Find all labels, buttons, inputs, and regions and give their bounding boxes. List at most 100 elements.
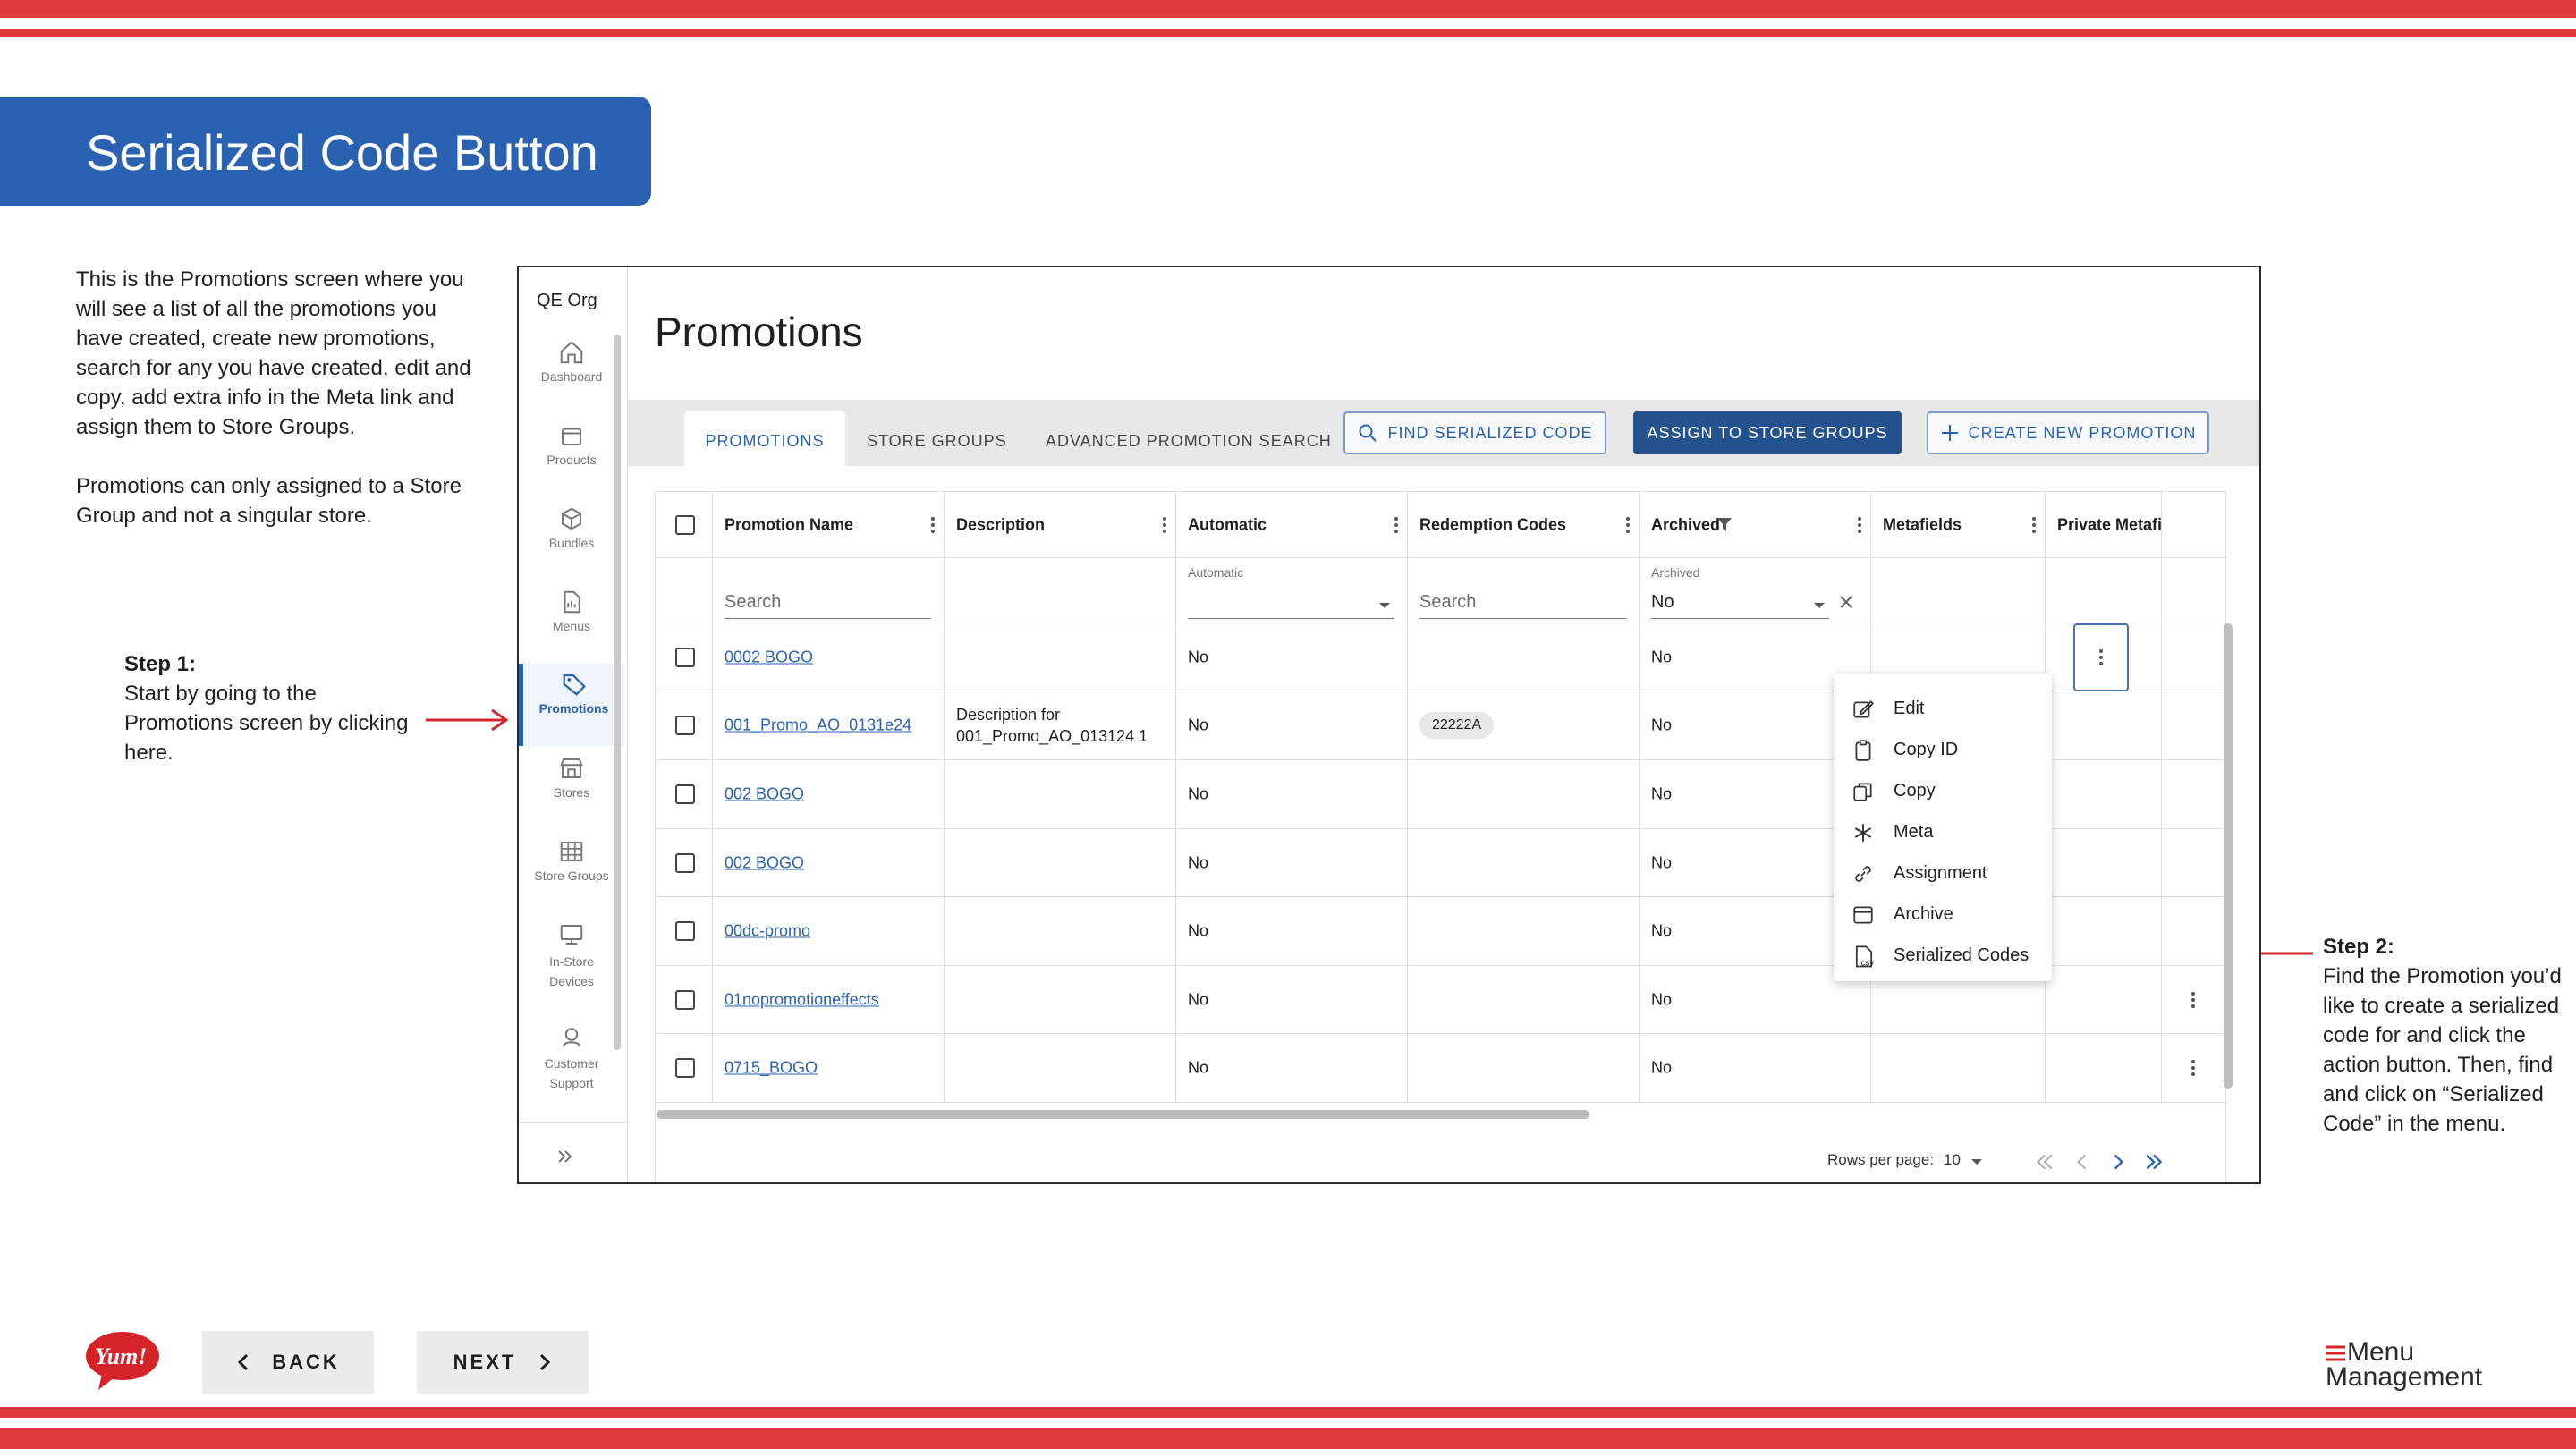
menu-item-serialized-codes[interactable]: CSV Serialized Codes [1834,935,2052,976]
horizontal-scrollbar[interactable] [657,1110,1589,1119]
menu-item-assignment[interactable]: Assignment [1834,852,2052,894]
create-new-promotion-label: CREATE NEW PROMOTION [1968,423,2197,442]
promotion-name-link[interactable]: 002 BOGO [724,785,804,804]
promotion-name-link[interactable]: 0002 BOGO [724,648,813,666]
row-action-button[interactable] [2162,966,2221,1033]
promotion-name-link[interactable]: 01nopromotioneffects [724,990,879,1009]
row-action-button-active[interactable] [2073,623,2129,691]
tab-advanced-promotion-search[interactable]: ADVANCED PROMOTION SEARCH [1046,411,1332,466]
column-menu-icon[interactable] [1163,514,1166,536]
next-page-icon[interactable] [2106,1150,2130,1174]
row-checkbox[interactable] [675,989,695,1010]
row-checkbox[interactable] [675,784,695,804]
menu-item-copy[interactable]: Copy [1834,770,2052,811]
yum-logo-text: Yum! [95,1343,147,1369]
row-checkbox[interactable] [675,716,695,735]
row-checkbox[interactable] [675,647,695,667]
column-label: Automatic [1188,515,1267,533]
column-header-promotion-name[interactable]: Promotion Name [713,492,945,557]
column-menu-icon[interactable] [931,514,935,536]
sidebar-item-promotions[interactable]: Promotions [519,664,624,746]
row-checkbox[interactable] [675,921,695,941]
row-action-button[interactable] [2162,623,2221,691]
chevron-right-icon [540,1353,551,1371]
vertical-scrollbar[interactable] [2224,623,2233,1089]
back-button[interactable]: BACK [202,1331,374,1394]
sidebar-item-products[interactable]: Products [519,422,624,501]
menu-item-copy-id[interactable]: Copy ID [1834,729,2052,770]
assign-to-store-groups-button[interactable]: ASSIGN TO STORE GROUPS [1633,411,1902,454]
monitor-icon [560,925,583,945]
row-checkbox[interactable] [675,1058,695,1078]
menu-item-archive[interactable]: Archive [1834,894,2052,935]
sidebar-item-customer-support[interactable]: Customer Support [519,1023,624,1122]
sidebar-item-store-groups[interactable]: Store Groups [519,838,624,917]
table-row[interactable]: 0715_BOGO No No [656,1034,2227,1103]
create-new-promotion-button[interactable]: CREATE NEW PROMOTION [1927,411,2209,454]
column-header-metafields[interactable]: Metafields [1871,492,2046,557]
next-button[interactable]: NEXT [417,1331,589,1394]
promotion-name-link[interactable]: 001_Promo_AO_0131e24 [724,716,911,735]
sidebar-item-menus[interactable]: Menus [519,589,624,667]
tab-store-groups[interactable]: STORE GROUPS [867,411,1007,466]
column-header-redemption-codes[interactable]: Redemption Codes [1408,492,1640,557]
sidebar-item-bundles[interactable]: Bundles [519,505,624,584]
automatic-cell: No [1176,623,1408,691]
column-menu-icon[interactable] [1394,514,1398,536]
promotion-name-cell: 0002 BOGO [713,623,945,691]
row-checkbox-cell [656,760,713,828]
row-action-button[interactable] [2162,1034,2221,1102]
rows-per-page-select[interactable]: 10 [1944,1151,1961,1169]
menu-item-label: Meta [1894,822,1934,842]
column-menu-icon[interactable] [1626,514,1630,536]
sidebar-item-dashboard[interactable]: Dashboard [519,339,624,418]
promotion-name-link[interactable]: 0715_BOGO [724,1059,818,1078]
intro-text: This is the Promotions screen where you … [76,265,479,530]
column-menu-icon[interactable] [2032,514,2036,536]
select-all-checkbox[interactable] [675,514,695,535]
redemption-codes-search-input[interactable]: Search [1419,589,1626,619]
redemption-codes-cell [1408,623,1640,691]
archived-value: No [1651,990,1673,1008]
promotion-name-link[interactable]: 00dc-promo [724,922,810,941]
previous-page-icon[interactable] [2071,1150,2094,1174]
row-checkbox[interactable] [675,852,695,873]
automatic-cell: No [1176,1034,1408,1102]
filter-cell [656,558,713,623]
automatic-filter-select[interactable] [1188,589,1394,619]
promotion-name-link[interactable]: 002 BOGO [724,853,804,872]
promotion-name-search-input[interactable]: Search [724,589,931,619]
step-1-title: Step 1: [124,652,197,676]
row-checkbox-cell [656,623,713,691]
find-serialized-code-button[interactable]: FIND SERIALIZED CODE [1343,411,1606,454]
yum-logo-icon: Yum! [86,1332,159,1390]
row-action-menu: Edit Copy ID Copy Meta Assignment Archiv… [1834,674,2052,981]
menu-item-edit[interactable]: Edit [1834,688,2052,729]
header-checkbox-cell [656,492,713,557]
menu-item-label: Archive [1894,904,1953,924]
column-header-archived[interactable]: Archived [1640,492,1871,557]
chevron-down-icon[interactable] [1970,1157,1983,1166]
column-header-private-metafields[interactable]: Private Metafi [2046,492,2162,557]
menu-item-meta[interactable]: Meta [1834,811,2052,852]
archived-value: No [1651,784,1673,803]
tab-promotions[interactable]: PROMOTIONS [684,411,845,466]
chevron-down-icon [1814,603,1825,608]
first-page-icon[interactable] [2033,1150,2056,1174]
home-icon [560,341,583,364]
column-menu-icon[interactable] [1858,514,1861,536]
sidebar-item-stores[interactable]: Stores [519,755,624,834]
last-page-icon[interactable] [2142,1150,2165,1174]
automatic-value: No [1188,1058,1209,1077]
clear-filter-icon[interactable] [1838,594,1854,610]
expand-sidebar-icon[interactable] [555,1146,576,1167]
sidebar-scrollbar[interactable] [614,335,621,1050]
sidebar-item-label: Store Groups [534,869,609,883]
sidebar-item-in-store-devices[interactable]: In-Store Devices [519,921,624,1020]
column-label: Redemption Codes [1419,515,1567,533]
archived-filter-select[interactable]: No [1651,589,1829,619]
filter-icon[interactable] [1716,516,1733,532]
column-header-description[interactable]: Description [945,492,1176,557]
column-header-automatic[interactable]: Automatic [1176,492,1408,557]
table-header-row: Promotion Name Description Automatic Red… [656,492,2227,558]
